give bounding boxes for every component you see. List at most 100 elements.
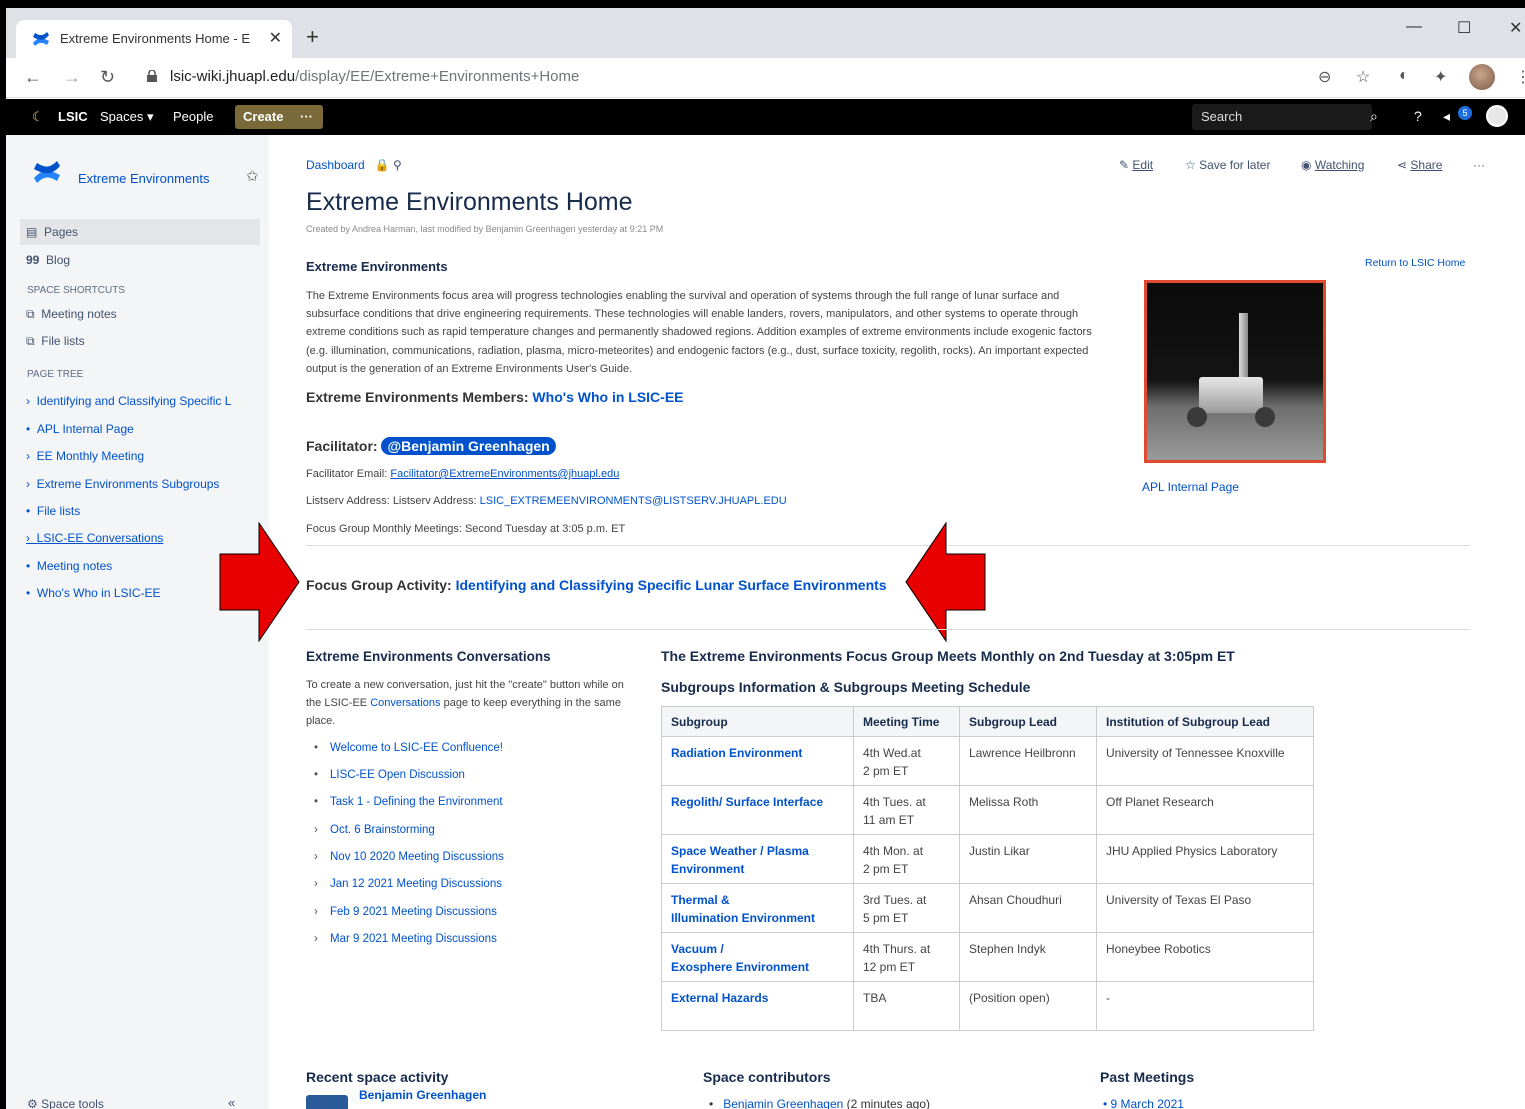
bookmark-star-icon[interactable]: ☆	[1356, 67, 1370, 87]
institution-cell: University of Texas El Paso	[1096, 883, 1314, 933]
conversation-item[interactable]: › Oct. 6 Brainstorming	[314, 824, 435, 836]
close-window-icon[interactable]: ✕	[1509, 18, 1522, 38]
more-actions-icon[interactable]: ···	[1473, 158, 1485, 172]
rover-image[interactable]	[1144, 280, 1326, 463]
forward-icon[interactable]: →	[63, 67, 81, 88]
subgroup-cell[interactable]: Regolith/ Surface Interface	[661, 785, 854, 835]
conversation-item[interactable]: › Feb 9 2021 Meeting Discussions	[314, 906, 497, 918]
sidebar-item-pages[interactable]: ▤ Pages	[26, 225, 78, 239]
meeting-time: 3rd Tues. at	[863, 893, 927, 907]
url-field[interactable]: lsic-wiki.jhuapl.edu/display/EE/Extreme+…	[170, 68, 579, 85]
search-icon[interactable]: ⌕	[1370, 108, 1378, 125]
subgroup-name-2[interactable]: Environment	[671, 862, 744, 876]
reload-icon[interactable]: ↻	[100, 67, 115, 88]
conversation-item[interactable]: • Welcome to LSIC-EE Confluence!	[314, 742, 503, 754]
tab-close-icon[interactable]: ✕	[269, 28, 282, 48]
apl-internal-page-link[interactable]: APL Internal Page	[1142, 480, 1239, 494]
lsic-logo-icon[interactable]: ☾	[32, 109, 44, 125]
tree-item-label: LSIC-EE Conversations	[36, 531, 164, 545]
subgroup-cell[interactable]: Space Weather / Plasma Environment	[661, 834, 854, 884]
tree-marker-icon: ›	[26, 449, 30, 463]
recent-user-avatar[interactable]	[306, 1095, 348, 1109]
create-button[interactable]: Create ···	[235, 105, 323, 129]
tree-item[interactable]: • Meeting notes	[26, 559, 112, 573]
back-icon[interactable]: ←	[24, 67, 42, 88]
extensions-puzzle-icon[interactable]: ✦	[1434, 67, 1447, 87]
notification-icon[interactable]: ◂	[1443, 108, 1450, 125]
past-meeting-link[interactable]: 9 March 2021	[1111, 1097, 1184, 1109]
tree-item[interactable]: › Identifying and Classifying Specific L	[26, 394, 231, 408]
subgroup-cell[interactable]: Vacuum / Exosphere Environment	[661, 932, 854, 982]
return-to-lsic-home-link[interactable]: Return to LSIC Home	[1365, 257, 1465, 269]
share-button[interactable]: ⋖ Share	[1397, 158, 1442, 172]
past-meeting-item: • 9 March 2021	[1103, 1097, 1184, 1109]
past-meetings-heading: Past Meetings	[1100, 1069, 1195, 1085]
create-more-icon[interactable]: ···	[300, 109, 313, 124]
zoom-icon[interactable]: ⊖	[1318, 67, 1331, 87]
subgroup-name[interactable]: Thermal &	[671, 893, 730, 907]
lsic-home-link[interactable]: LSIC	[58, 109, 88, 124]
space-logo-icon[interactable]	[33, 159, 61, 185]
minimize-icon[interactable]: —	[1406, 18, 1422, 36]
col-subgroup-lead: Subgroup Lead	[959, 706, 1097, 737]
shortcut-file-lists[interactable]: ⧉ File lists	[26, 334, 85, 349]
conversation-item[interactable]: • Task 1 - Defining the Environment	[314, 796, 503, 808]
subgroup-name-2[interactable]: Exosphere Environment	[671, 960, 809, 974]
whos-who-link[interactable]: Who's Who in LSIC-EE	[532, 389, 683, 405]
conversation-item[interactable]: › Nov 10 2020 Meeting Discussions	[314, 851, 504, 863]
subgroup-name[interactable]: Regolith/ Surface Interface	[671, 795, 823, 809]
subgroup-name-2[interactable]: Illumination Environment	[671, 911, 815, 925]
subgroup-cell[interactable]: External Hazards	[661, 981, 854, 1031]
facilitator-mention[interactable]: @Benjamin Greenhagen	[381, 437, 556, 455]
tree-item-label: Identifying and Classifying Specific L	[36, 394, 232, 408]
restrictions-lock-icon[interactable]: 🔒	[375, 158, 390, 172]
favourite-star-icon[interactable]: ✩	[246, 167, 259, 185]
contributor-time: (2 minutes ago)	[846, 1097, 931, 1109]
watching-button[interactable]: ◉ Watching	[1301, 158, 1364, 172]
new-tab-icon[interactable]: +	[306, 24, 319, 50]
save-for-later-button[interactable]: ☆ Save for later	[1185, 158, 1270, 172]
edit-button[interactable]: ✎ Edit	[1119, 158, 1153, 172]
subgroup-name[interactable]: Space Weather / Plasma	[671, 844, 809, 858]
space-tools-button[interactable]: ⚙ Space tools	[27, 1097, 104, 1109]
breadcrumb-dashboard-link[interactable]: Dashboard	[306, 158, 365, 172]
collapse-sidebar-icon[interactable]: «	[228, 1095, 235, 1109]
tree-item[interactable]: › Extreme Environments Subgroups	[26, 477, 219, 491]
user-avatar[interactable]	[1486, 105, 1508, 127]
monthly-meetings-line: Focus Group Monthly Meetings: Second Tue…	[306, 523, 626, 535]
tree-item[interactable]: • APL Internal Page	[26, 422, 134, 436]
spaces-menu[interactable]: Spaces ▾	[100, 109, 154, 125]
help-icon[interactable]: ?	[1414, 108, 1422, 124]
space-name-link[interactable]: Extreme Environments	[78, 171, 210, 186]
subgroup-cell[interactable]: Radiation Environment	[661, 736, 854, 786]
meeting-time: 4th Tues. at	[863, 795, 926, 809]
search-input[interactable]: Search	[1192, 104, 1372, 130]
subgroup-name[interactable]: External Hazards	[671, 991, 768, 1005]
tree-item[interactable]: › EE Monthly Meeting	[26, 449, 144, 463]
conversation-item[interactable]: • LISC-EE Open Discussion	[314, 769, 465, 781]
listserv-link[interactable]: LSIC_EXTREMEENVIRONMENTS@LISTSERV.JHUAPL…	[480, 495, 787, 507]
attachment-icon[interactable]: ⚲	[393, 158, 402, 172]
facilitator-email-link[interactable]: Facilitator@ExtremeEnvironments@jhuapl.e…	[390, 468, 619, 480]
conversations-link[interactable]: Conversations	[370, 697, 440, 709]
extension-circle-icon[interactable]: ◐	[1399, 67, 1409, 85]
browser-tab[interactable]: Extreme Environments Home - E ✕	[16, 20, 292, 58]
subgroup-cell[interactable]: Thermal & Illumination Environment	[661, 883, 854, 933]
conversation-item[interactable]: › Mar 9 2021 Meeting Discussions	[314, 933, 497, 945]
contributor-link[interactable]: Benjamin Greenhagen	[723, 1097, 843, 1109]
sidebar-item-blog[interactable]: 99 Blog	[26, 253, 70, 267]
recent-user-link[interactable]: Benjamin Greenhagen	[359, 1088, 486, 1102]
maximize-icon[interactable]: ☐	[1457, 18, 1471, 38]
focus-group-activity-link[interactable]: Identifying and Classifying Specific Lun…	[456, 577, 887, 593]
profile-avatar[interactable]	[1469, 64, 1495, 90]
space-shortcuts-heading: SPACE SHORTCUTS	[27, 285, 125, 296]
subgroup-name[interactable]: Vacuum /	[671, 942, 724, 956]
tree-item[interactable]: › LSIC-EE Conversations	[26, 531, 163, 545]
tree-item[interactable]: • File lists	[26, 504, 80, 518]
tree-item[interactable]: • Who's Who in LSIC-EE	[26, 586, 161, 600]
subgroup-name[interactable]: Radiation Environment	[671, 746, 802, 760]
people-link[interactable]: People	[173, 109, 213, 124]
conversation-item[interactable]: › Jan 12 2021 Meeting Discussions	[314, 878, 502, 890]
shortcut-meeting-notes[interactable]: ⧉ Meeting notes	[26, 307, 117, 322]
browser-menu-icon[interactable]: ⋮	[1515, 67, 1525, 87]
